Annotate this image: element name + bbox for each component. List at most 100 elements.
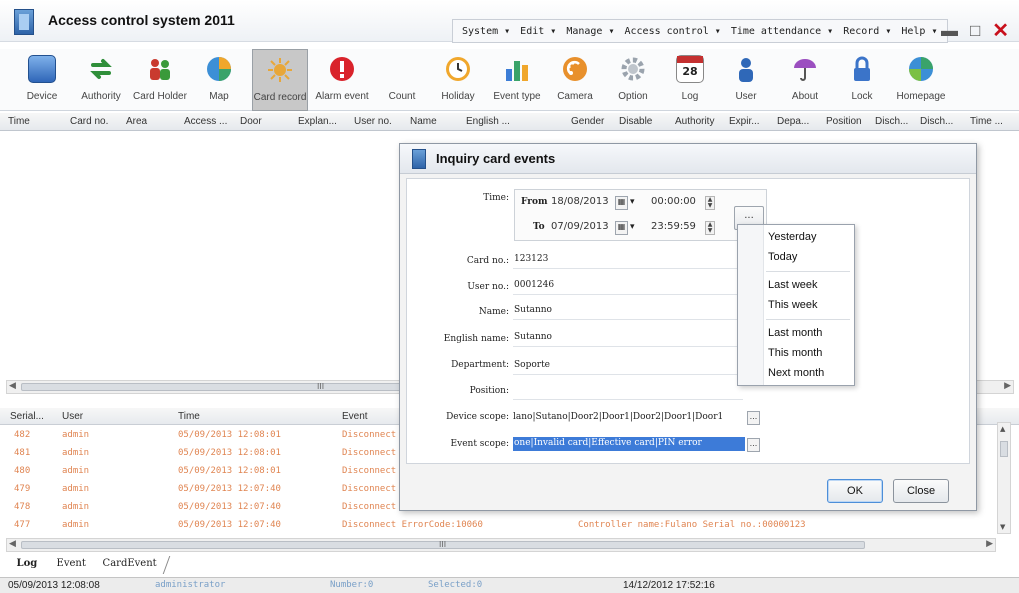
column-time[interactable]: Time [8,116,30,127]
user-no-field[interactable]: 0001246 [513,277,743,295]
position-label: Position: [469,386,509,396]
log-detail: Controller name:Fulano Serial no.:000001… [578,520,806,530]
maximize-button[interactable]: □ [970,21,980,41]
column-discharge-2[interactable]: Disch... [920,116,953,127]
to-time-spinner[interactable]: ▲ ▼ [705,221,715,235]
menu-time-attendance[interactable]: Time attendance ▾ [731,26,833,37]
to-time-field[interactable]: 23:59:59 [651,221,696,237]
menu-item-last-week[interactable]: Last week [768,279,818,291]
menu-item-today[interactable]: Today [768,251,797,263]
column-position[interactable]: Position [826,116,862,127]
column-discharge-1[interactable]: Disch... [875,116,908,127]
menu-edit[interactable]: Edit ▾ [520,26,556,37]
from-date-dropdown-icon[interactable]: ▾ [630,197,635,207]
card-no-field[interactable]: 123123 [513,251,743,269]
column-department[interactable]: Depa... [777,116,809,127]
menu-system[interactable]: System ▾ [462,26,510,37]
toolbar-lock-button[interactable]: Lock [836,49,888,111]
records-column-header: Time Card no. Area Access ... Door Expla… [0,113,1019,131]
column-door[interactable]: Door [240,116,262,127]
log-scroll-grip-mark: III [439,540,447,549]
status-number: Number:0 [330,580,374,590]
log-column-event[interactable]: Event [342,411,368,422]
to-date-field[interactable]: 07/09/2013 [551,221,609,237]
device-scope-button[interactable]: ... [747,411,760,425]
column-user-no[interactable]: User no. [354,116,392,127]
log-vertical-scrollbar[interactable]: ▲ ▼ [997,422,1011,534]
column-name[interactable]: Name [410,116,437,127]
toolbar-card-record-button[interactable]: Card record [252,49,308,111]
scroll-left-arrow-icon[interactable]: ◀ [9,381,16,391]
column-disable[interactable]: Disable [619,116,652,127]
toolbar-log-button[interactable]: 28 Log [664,49,716,111]
toolbar-camera-button[interactable]: Camera [549,49,601,111]
from-calendar-icon[interactable]: ▦ [615,196,628,210]
device-icon [28,55,56,83]
log-scroll-thumb[interactable] [1000,441,1008,457]
column-authority[interactable]: Authority [675,116,714,127]
toolbar-count-button[interactable]: Count [376,49,428,111]
table-row[interactable]: 477 admin 05/09/2013 12:07:40 Disconnect… [0,516,1000,534]
toolbar-authority-button[interactable]: Authority [75,49,127,111]
name-field[interactable]: Sutanno [513,302,743,320]
menu-access-control[interactable]: Access control ▾ [624,26,720,37]
toolbar-option-button[interactable]: Option [607,49,659,111]
alarm-icon [328,55,356,83]
close-button[interactable]: Close [893,479,949,503]
menu-access-control-label: Access control [624,25,709,37]
status-selected: Selected:0 [428,580,483,590]
department-field[interactable]: Soporte [513,357,743,375]
from-label: From [521,197,548,207]
toolbar-map-button[interactable]: Map [193,49,245,111]
toolbar-user-button[interactable]: User [720,49,772,111]
log-column-time[interactable]: Time [178,411,200,422]
column-explanation[interactable]: Explan... [298,116,337,127]
log-scroll-left-arrow-icon[interactable]: ◀ [9,539,16,549]
column-english-name[interactable]: English ... [466,116,510,127]
toolbar-homepage-button[interactable]: Homepage [895,49,947,111]
menu-item-this-week[interactable]: This week [768,299,818,311]
to-date-dropdown-icon[interactable]: ▾ [630,222,635,232]
toolbar-card-holder-button[interactable]: Card Holder [133,49,187,111]
from-time-spinner[interactable]: ▲ ▼ [705,196,715,210]
column-area[interactable]: Area [126,116,147,127]
menu-record[interactable]: Record ▾ [843,26,891,37]
english-name-field[interactable]: Sutanno [513,329,743,347]
to-calendar-icon[interactable]: ▦ [615,221,628,235]
device-scope-value: lano|Sutano|Door2|Door1|Door2|Door1|Door… [513,412,724,422]
from-date-field[interactable]: 18/08/2013 [551,196,609,212]
event-scope-button[interactable]: ... [747,438,760,452]
ok-button[interactable]: OK [827,479,883,503]
toolbar-alarm-event-button[interactable]: Alarm event [315,49,369,111]
column-access[interactable]: Access ... [184,116,227,127]
tab-card-event[interactable]: CardEvent [88,556,171,574]
from-time-field[interactable]: 00:00:00 [651,196,696,212]
log-column-user[interactable]: User [62,411,83,422]
close-window-button[interactable]: ✕ [992,18,1009,43]
menu-manage[interactable]: Manage ▾ [566,26,614,37]
menu-item-this-month[interactable]: This month [768,347,822,359]
minimize-button[interactable]: ▬ [941,21,958,41]
scroll-down-arrow-icon[interactable]: ▼ [1000,523,1005,531]
column-expiry[interactable]: Expir... [729,116,760,127]
toolbar-about-button[interactable]: About [779,49,831,111]
toolbar-holiday-button[interactable]: Holiday [432,49,484,111]
menu-help[interactable]: Help ▾ [901,26,937,37]
scroll-up-arrow-icon[interactable]: ▲ [1000,425,1005,433]
column-gender[interactable]: Gender [571,116,604,127]
toolbar-event-type-button[interactable]: Event type [491,49,543,111]
toolbar-device-button[interactable]: Device [16,49,68,111]
menu-item-last-month[interactable]: Last month [768,327,822,339]
menu-item-next-month[interactable]: Next month [768,367,824,379]
log-column-serial[interactable]: Serial... [10,411,44,422]
menu-item-yesterday[interactable]: Yesterday [768,231,817,243]
menu-time-attendance-label: Time attendance [730,25,822,37]
log-scroll-right-arrow-icon[interactable]: ▶ [986,539,993,549]
log-user: admin [62,466,90,476]
column-card-no[interactable]: Card no. [70,116,108,127]
event-scope-field[interactable]: one|Invalid card|Effective card|PIN erro… [513,437,745,451]
log-horizontal-scrollbar[interactable]: ◀ III ▶ [6,538,996,552]
scroll-right-arrow-icon[interactable]: ▶ [1004,381,1011,391]
position-field[interactable] [513,382,743,400]
column-time-2[interactable]: Time ... [970,116,1003,127]
